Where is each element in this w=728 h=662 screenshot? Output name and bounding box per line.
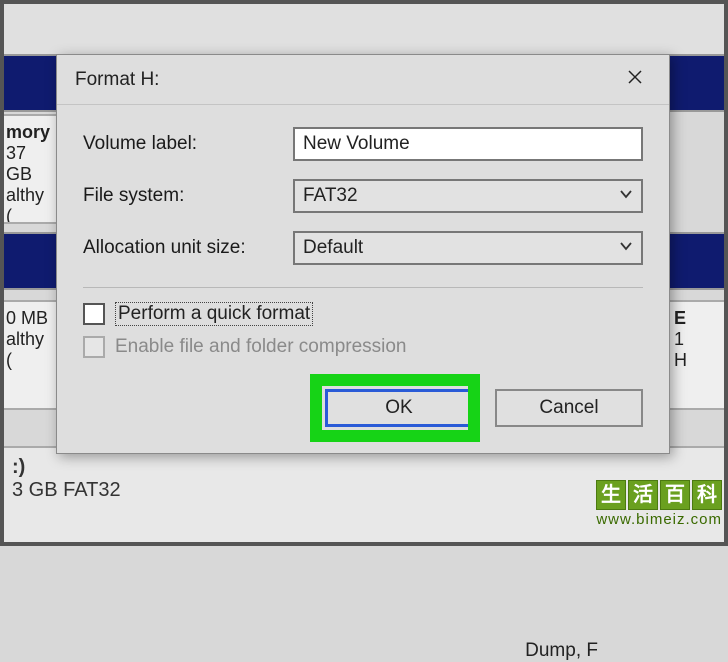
bg-text: 37 GB <box>6 143 54 185</box>
allocation-size-label: Allocation unit size: <box>83 237 293 259</box>
volume-label-value: New Volume <box>303 133 410 155</box>
cancel-button-label: Cancel <box>539 397 598 419</box>
format-dialog: Format H: Volume label: New Volume File … <box>56 54 670 454</box>
bg-text: mory <box>6 122 54 143</box>
file-system-value: FAT32 <box>303 185 358 207</box>
dialog-button-row: OK Cancel <box>83 389 643 443</box>
divider <box>83 287 643 288</box>
checkbox-icon <box>83 336 105 358</box>
dialog-content: Volume label: New Volume File system: FA… <box>57 105 669 453</box>
quick-format-checkbox-row[interactable]: Perform a quick format <box>83 302 643 326</box>
bg-panel-1: mory 37 GB althy ( <box>0 114 60 224</box>
close-button[interactable] <box>615 62 655 98</box>
bg-bottom-info: :) 3 GB FAT32 <box>0 446 728 546</box>
bg-text: 3 GB FAT32 <box>12 479 716 502</box>
dialog-titlebar: Format H: <box>57 55 669 105</box>
ok-button-label: OK <box>385 397 412 419</box>
chevron-down-icon <box>619 185 633 207</box>
volume-label-input[interactable]: New Volume <box>293 127 643 161</box>
file-system-label: File system: <box>83 185 293 207</box>
bg-panel-3: E 1 H <box>668 300 728 410</box>
file-system-select[interactable]: FAT32 <box>293 179 643 213</box>
bg-text: althy ( <box>6 185 54 224</box>
bg-text: Dump, F <box>525 640 598 662</box>
dialog-title: Format H: <box>75 69 159 91</box>
bg-text: H <box>674 350 722 371</box>
volume-label-label: Volume label: <box>83 133 293 155</box>
bg-text: 0 MB <box>6 308 54 329</box>
allocation-size-value: Default <box>303 237 363 259</box>
chevron-down-icon <box>619 237 633 259</box>
bg-panel-2: 0 MB althy ( <box>0 300 60 410</box>
enable-compression-label: Enable file and folder compression <box>115 336 407 358</box>
allocation-size-select[interactable]: Default <box>293 231 643 265</box>
checkbox-icon <box>83 303 105 325</box>
quick-format-label: Perform a quick format <box>115 302 313 326</box>
close-icon <box>627 68 643 91</box>
enable-compression-checkbox-row: Enable file and folder compression <box>83 336 643 358</box>
bg-text: althy ( <box>6 329 54 371</box>
bg-text: :) <box>12 456 716 479</box>
bg-text: E <box>674 308 722 329</box>
bg-text: 1 <box>674 329 722 350</box>
cancel-button[interactable]: Cancel <box>495 389 643 427</box>
ok-button[interactable]: OK <box>325 389 473 427</box>
